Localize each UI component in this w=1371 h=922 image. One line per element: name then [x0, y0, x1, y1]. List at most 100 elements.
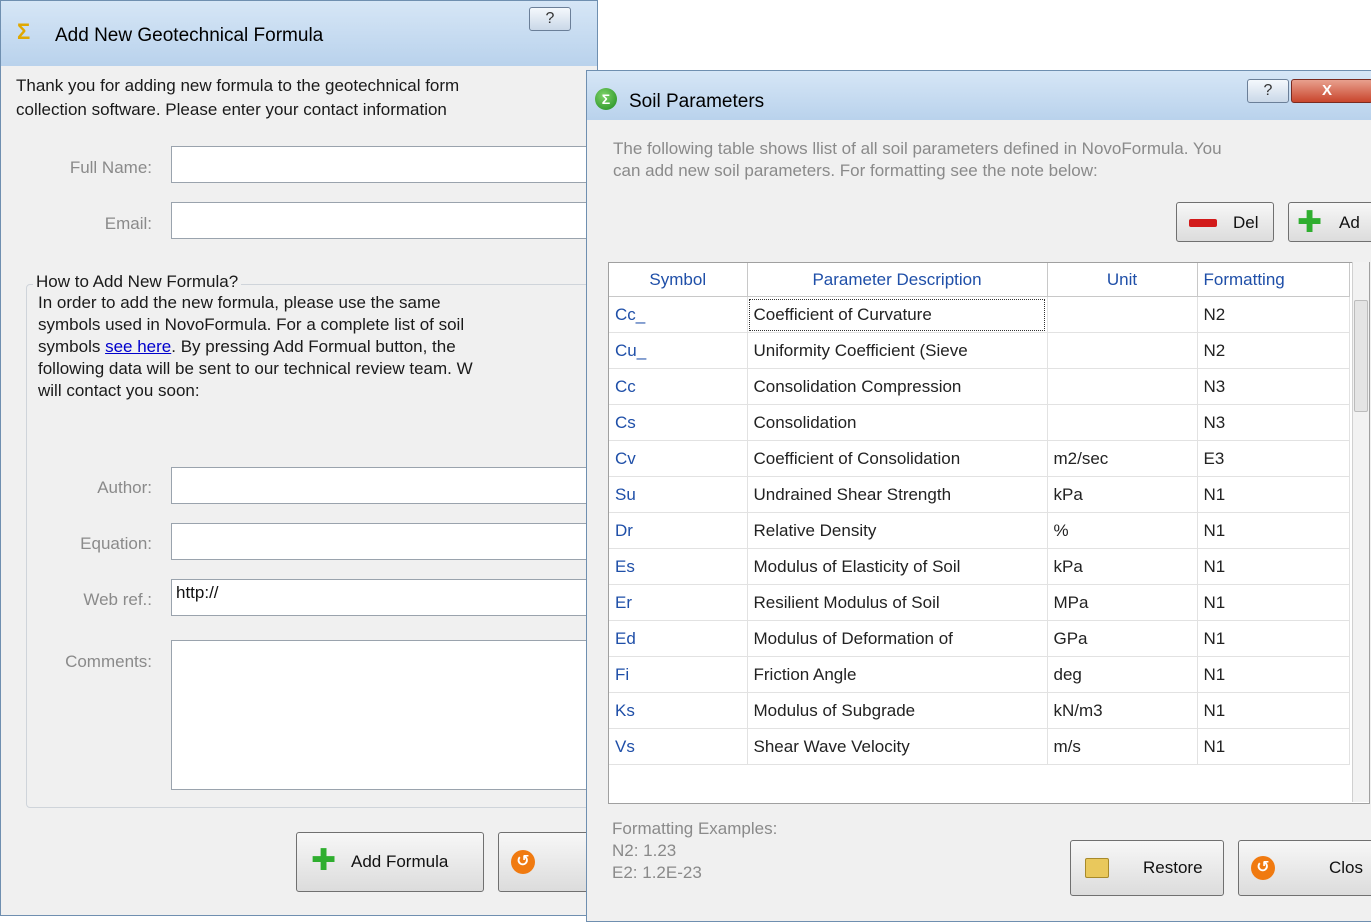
symbol-cell[interactable]: Cv — [609, 440, 748, 477]
table-scrollbar-thumb[interactable] — [1354, 300, 1368, 412]
symbol-cell[interactable]: Cu_ — [609, 332, 748, 369]
table-row[interactable]: Cv Coefficient of Consolidation m2/sec E3 — [609, 440, 1350, 477]
restore-button[interactable]: Restore — [1070, 840, 1224, 896]
unit-cell[interactable]: deg — [1047, 656, 1198, 693]
table-header-row: Symbol Parameter Description Unit Format… — [609, 263, 1350, 297]
formatting-cell[interactable]: E3 — [1197, 440, 1350, 477]
symbol-cell[interactable]: Ks — [609, 692, 748, 729]
description-cell[interactable]: Consolidation — [747, 404, 1048, 441]
table-row[interactable]: Ed Modulus of Deformation of GPa N1 — [609, 620, 1350, 657]
table-row[interactable]: Cs Consolidation N3 — [609, 404, 1350, 441]
symbol-cell[interactable]: Vs — [609, 728, 748, 765]
full-name-field[interactable] — [171, 146, 591, 183]
symbol-cell[interactable]: Fi — [609, 656, 748, 693]
web-ref-field[interactable]: http:// — [171, 579, 591, 616]
symbol-cell[interactable]: Dr — [609, 512, 748, 549]
formatting-cell[interactable]: N2 — [1197, 296, 1350, 333]
close-label: Clos — [1329, 858, 1364, 877]
unit-cell[interactable] — [1047, 332, 1198, 369]
help-button[interactable]: ? — [529, 7, 571, 31]
help-button[interactable]: ? — [1247, 79, 1289, 103]
symbol-cell[interactable]: Es — [609, 548, 748, 585]
table-row[interactable]: Su Undrained Shear Strength kPa N1 — [609, 476, 1350, 513]
add-parameter-label: Ad — [1339, 213, 1360, 232]
formatting-example: N2: 1.23 — [612, 841, 677, 860]
table-row[interactable]: Ks Modulus of Subgrade kN/m3 N1 — [609, 692, 1350, 729]
formatting-cell[interactable]: N1 — [1197, 656, 1350, 693]
close-window-button[interactable]: X — [1291, 79, 1371, 103]
soil-intro-text: The following table shows llist of all s… — [613, 138, 1222, 182]
table-row[interactable]: Cc Consolidation Compression N3 — [609, 368, 1350, 405]
unit-cell[interactable] — [1047, 368, 1198, 405]
unit-cell[interactable]: % — [1047, 512, 1198, 549]
formatting-cell[interactable]: N3 — [1197, 404, 1350, 441]
unit-cell[interactable]: kN/m3 — [1047, 692, 1198, 729]
description-cell[interactable]: Modulus of Subgrade — [747, 692, 1048, 729]
how-to-line: symbols used in NovoFormula. For a compl… — [38, 315, 465, 334]
description-cell[interactable]: Coefficient of Curvature — [747, 296, 1048, 333]
formatting-cell[interactable]: N1 — [1197, 584, 1350, 621]
parameters-grid[interactable]: Symbol Parameter Description Unit Format… — [609, 263, 1350, 765]
close-icon: X — [1322, 82, 1333, 99]
table-row[interactable]: Es Modulus of Elasticity of Soil kPa N1 — [609, 548, 1350, 585]
soil-parameters-table[interactable]: Symbol Parameter Description Unit Format… — [608, 262, 1370, 804]
column-header-unit[interactable]: Unit — [1047, 263, 1198, 297]
formatting-cell[interactable]: N1 — [1197, 476, 1350, 513]
formatting-cell[interactable]: N1 — [1197, 692, 1350, 729]
unit-cell[interactable]: kPa — [1047, 476, 1198, 513]
description-cell[interactable]: Friction Angle — [747, 656, 1048, 693]
close-button[interactable]: ↺ Clos — [1238, 840, 1371, 896]
comments-field[interactable] — [171, 640, 591, 790]
column-header-description[interactable]: Parameter Description — [747, 263, 1048, 297]
table-row[interactable]: Vs Shear Wave Velocity m/s N1 — [609, 728, 1350, 765]
symbol-cell[interactable]: Er — [609, 584, 748, 621]
description-cell[interactable]: Relative Density — [747, 512, 1048, 549]
del-button[interactable]: Del — [1176, 202, 1274, 242]
minus-icon — [1189, 219, 1217, 227]
column-header-formatting[interactable]: Formatting — [1197, 263, 1350, 297]
description-cell[interactable]: Consolidation Compression — [747, 368, 1048, 405]
description-cell[interactable]: Coefficient of Consolidation — [747, 440, 1048, 477]
description-cell[interactable]: Resilient Modulus of Soil — [747, 584, 1048, 621]
formatting-cell[interactable]: N2 — [1197, 332, 1350, 369]
table-row[interactable]: Fi Friction Angle deg N1 — [609, 656, 1350, 693]
symbol-cell[interactable]: Cs — [609, 404, 748, 441]
description-cell[interactable]: Undrained Shear Strength — [747, 476, 1048, 513]
formatting-cell[interactable]: N3 — [1197, 368, 1350, 405]
unit-cell[interactable]: m2/sec — [1047, 440, 1198, 477]
web-ref-label: Web ref.: — [83, 590, 152, 609]
symbol-cell[interactable]: Ed — [609, 620, 748, 657]
formatting-cell[interactable]: N1 — [1197, 620, 1350, 657]
equation-field[interactable] — [171, 523, 591, 560]
unit-cell[interactable]: MPa — [1047, 584, 1198, 621]
add-formula-titlebar[interactable]: Σ Add New Geotechnical Formula ? — [1, 1, 597, 66]
table-row[interactable]: Cc_ Coefficient of Curvature N2 — [609, 296, 1350, 333]
formatting-cell[interactable]: N1 — [1197, 548, 1350, 585]
description-cell[interactable]: Modulus of Deformation of — [747, 620, 1048, 657]
table-row[interactable]: Cu_ Uniformity Coefficient (Sieve N2 — [609, 332, 1350, 369]
add-formula-button[interactable]: ✚ Add Formula — [296, 832, 484, 892]
formatting-cell[interactable]: N1 — [1197, 512, 1350, 549]
description-cell[interactable]: Uniformity Coefficient (Sieve — [747, 332, 1048, 369]
soil-parameters-titlebar[interactable]: Σ Soil Parameters ? X — [587, 71, 1371, 120]
column-header-symbol[interactable]: Symbol — [609, 263, 748, 297]
undo-icon: ↺ — [511, 850, 535, 874]
unit-cell[interactable] — [1047, 296, 1198, 333]
see-here-link[interactable]: see here — [105, 337, 171, 356]
symbol-cell[interactable]: Su — [609, 476, 748, 513]
email-field[interactable] — [171, 202, 591, 239]
author-field[interactable] — [171, 467, 591, 504]
unit-cell[interactable]: GPa — [1047, 620, 1198, 657]
table-row[interactable]: Er Resilient Modulus of Soil MPa N1 — [609, 584, 1350, 621]
unit-cell[interactable]: kPa — [1047, 548, 1198, 585]
add-parameter-button[interactable]: ✚ Ad — [1288, 202, 1371, 242]
formatting-cell[interactable]: N1 — [1197, 728, 1350, 765]
unit-cell[interactable] — [1047, 404, 1198, 441]
description-cell[interactable]: Modulus of Elasticity of Soil — [747, 548, 1048, 585]
symbol-cell[interactable]: Cc — [609, 368, 748, 405]
symbol-cell[interactable]: Cc_ — [609, 296, 748, 333]
plus-icon: ✚ — [311, 844, 337, 877]
description-cell[interactable]: Shear Wave Velocity — [747, 728, 1048, 765]
table-row[interactable]: Dr Relative Density% N1 — [609, 512, 1350, 549]
unit-cell[interactable]: m/s — [1047, 728, 1198, 765]
